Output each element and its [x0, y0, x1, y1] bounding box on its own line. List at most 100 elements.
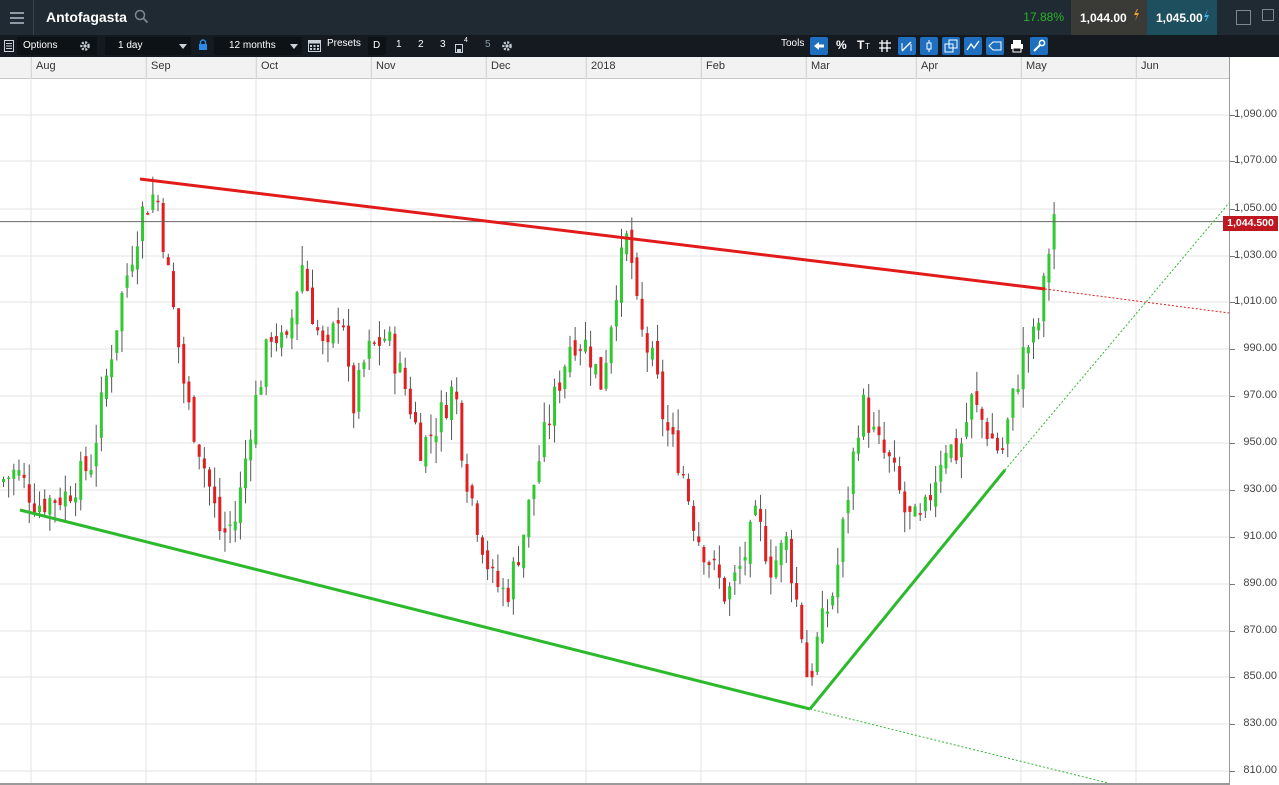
popout-icon[interactable] — [1262, 9, 1274, 21]
candle — [975, 391, 979, 405]
candle — [1006, 419, 1010, 444]
window-size-icon[interactable] — [1236, 10, 1251, 25]
candle — [408, 388, 412, 415]
candle — [1042, 275, 1046, 322]
candle — [419, 422, 423, 461]
candle — [867, 397, 871, 433]
y-tick-mark — [1230, 302, 1235, 303]
y-tick-mark — [1230, 256, 1235, 257]
candle — [2, 479, 5, 482]
candle — [1026, 347, 1030, 354]
candle — [331, 323, 335, 344]
candle — [372, 342, 376, 344]
candle — [135, 246, 139, 270]
y-tick-label: 1,030.00 — [1234, 249, 1277, 261]
candle — [599, 357, 603, 390]
candle — [444, 404, 448, 419]
candle — [125, 275, 129, 288]
candle — [233, 521, 237, 531]
candle — [197, 444, 201, 457]
candle — [377, 337, 381, 346]
candle — [774, 560, 778, 578]
candle — [321, 330, 325, 342]
candle — [17, 469, 21, 476]
candle — [980, 408, 984, 420]
price-axis[interactable]: 1,090.00 1,070.00 1,050.00 1,030.00 1,010.00… — [1229, 57, 1279, 785]
candle — [506, 587, 510, 603]
candle — [105, 375, 108, 400]
candle — [161, 202, 165, 253]
current-price-tag: 1,044.500 — [1223, 216, 1278, 231]
candle — [32, 503, 36, 513]
candle — [707, 562, 711, 566]
candle — [429, 434, 433, 437]
candle — [573, 340, 577, 356]
candle — [959, 443, 963, 458]
candle — [38, 505, 42, 513]
candle — [702, 546, 706, 563]
candle — [944, 452, 948, 469]
y-tick-label: 890.00 — [1243, 577, 1277, 589]
candle — [501, 587, 505, 590]
candle — [887, 452, 891, 457]
candle — [27, 484, 31, 503]
candle — [738, 565, 742, 569]
y-tick-mark — [1230, 631, 1235, 632]
candle — [547, 423, 551, 426]
candle — [923, 496, 927, 512]
candle — [578, 349, 582, 351]
y-tick-label: 870.00 — [1243, 624, 1277, 636]
lower-support-line[interactable] — [19, 508, 811, 711]
y-tick-label: 950.00 — [1243, 436, 1277, 448]
candle — [341, 325, 345, 328]
candle — [156, 200, 160, 203]
candle — [836, 564, 840, 598]
y-tick-label: 830.00 — [1243, 717, 1277, 729]
candle — [903, 491, 907, 513]
candle — [182, 343, 186, 384]
candle — [187, 381, 191, 403]
candles — [2, 176, 1056, 686]
candle — [970, 394, 974, 420]
candle — [913, 506, 917, 517]
y-tick-mark — [1230, 396, 1235, 397]
resistance-line[interactable] — [139, 177, 1046, 291]
candle — [1047, 253, 1051, 283]
candle — [929, 495, 932, 501]
candle — [650, 347, 654, 360]
candle — [815, 636, 819, 673]
candle — [141, 206, 145, 242]
candle — [491, 566, 495, 569]
candle — [995, 437, 999, 451]
candle — [676, 430, 680, 474]
candle — [89, 470, 93, 475]
y-tick-label: 1,050.00 — [1234, 202, 1277, 214]
candle — [697, 536, 701, 543]
candle — [985, 421, 989, 440]
y-tick-label: 910.00 — [1243, 530, 1277, 542]
candle — [1052, 214, 1056, 250]
candle — [439, 402, 443, 433]
candle — [362, 362, 366, 369]
candle — [542, 422, 546, 458]
candle — [527, 499, 531, 538]
candle — [831, 595, 835, 606]
candle — [63, 491, 67, 507]
candle — [630, 229, 634, 263]
candle — [733, 572, 737, 582]
candle — [110, 359, 114, 378]
candle — [723, 577, 726, 602]
candle — [68, 495, 72, 502]
candle — [347, 325, 351, 367]
candle — [254, 394, 258, 445]
candle — [208, 469, 211, 487]
y-tick-mark — [1230, 537, 1235, 538]
price-chart[interactable] — [0, 0, 1229, 785]
y-tick-label: 1,090.00 — [1234, 108, 1277, 120]
candle — [316, 327, 320, 331]
candle — [856, 437, 860, 454]
candle — [604, 362, 608, 389]
candle — [805, 642, 809, 678]
candle — [120, 293, 124, 332]
candle — [305, 268, 309, 291]
